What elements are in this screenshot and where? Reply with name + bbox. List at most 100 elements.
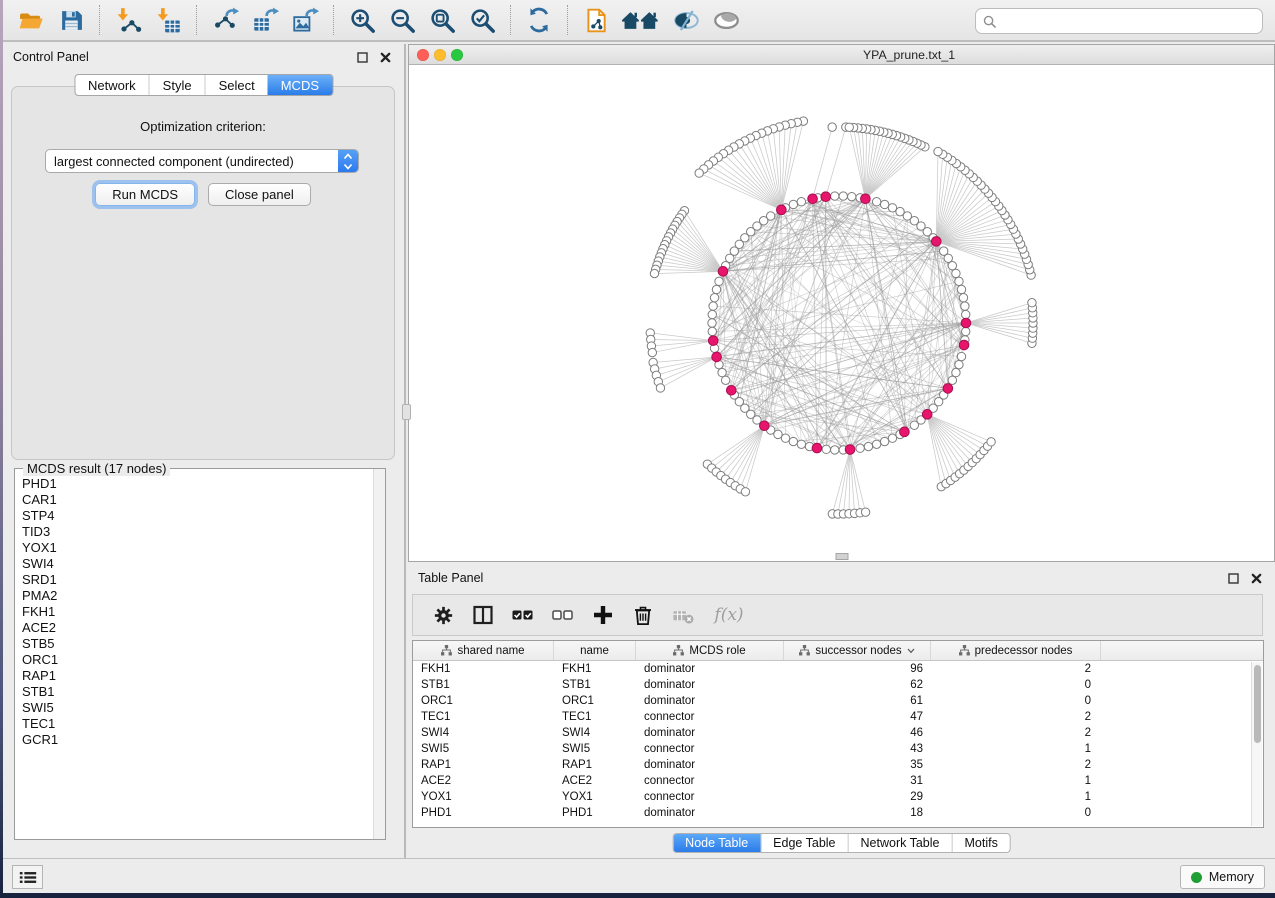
table-row[interactable]: FKH1FKH1dominator962 (413, 661, 1263, 677)
table-cell[interactable]: 2 (931, 759, 1101, 771)
mcds-list-scrollbar[interactable] (373, 469, 385, 839)
mcds-result-item[interactable]: SWI4 (22, 556, 373, 572)
float-panel-icon[interactable] (1227, 572, 1240, 585)
table-row[interactable]: SWI5SWI5connector431 (413, 741, 1263, 757)
deselect-all-button[interactable] (549, 601, 577, 629)
tab-network-table[interactable]: Network Table (848, 834, 952, 852)
table-cell[interactable]: dominator (636, 727, 784, 739)
table-cell[interactable]: YOX1 (413, 791, 554, 803)
tab-mcds[interactable]: MCDS (268, 75, 332, 95)
mcds-result-item[interactable]: CAR1 (22, 492, 373, 508)
table-cell[interactable]: 61 (784, 695, 931, 707)
vertical-splitter-handle[interactable] (402, 404, 411, 420)
criterion-select[interactable]: largest connected component (undirected) (45, 149, 359, 173)
table-cell[interactable]: TEC1 (554, 711, 636, 723)
table-cell[interactable]: connector (636, 743, 784, 755)
close-panel-button[interactable]: Close panel (208, 183, 311, 206)
table-row[interactable]: YOX1YOX1connector291 (413, 789, 1263, 805)
network-canvas[interactable] (409, 65, 1274, 561)
table-cell[interactable]: connector (636, 791, 784, 803)
table-row[interactable]: TEC1TEC1connector472 (413, 709, 1263, 725)
canvas-splitter-handle[interactable] (835, 553, 848, 560)
table-cell[interactable]: 18 (784, 807, 931, 819)
table-cell[interactable]: dominator (636, 663, 784, 675)
table-cell[interactable]: ORC1 (413, 695, 554, 707)
refresh-button[interactable] (523, 4, 555, 36)
mcds-result-item[interactable]: SWI5 (22, 700, 373, 716)
tab-node-table[interactable]: Node Table (673, 834, 760, 852)
table-cell[interactable]: dominator (636, 759, 784, 771)
zoom-fit-button[interactable] (426, 4, 458, 36)
table-cell[interactable]: SWI4 (554, 727, 636, 739)
export-table-button[interactable] (249, 4, 281, 36)
mcds-result-item[interactable]: STB5 (22, 636, 373, 652)
table-cell[interactable]: SWI5 (554, 743, 636, 755)
table-cell[interactable]: ORC1 (554, 695, 636, 707)
export-network-button[interactable] (209, 4, 241, 36)
table-cell[interactable]: 2 (931, 711, 1101, 723)
mcds-result-item[interactable]: PHD1 (22, 476, 373, 492)
table-row[interactable]: RAP1RAP1dominator352 (413, 757, 1263, 773)
tab-motifs[interactable]: Motifs (951, 834, 1009, 852)
import-table-button[interactable] (152, 4, 184, 36)
table-row[interactable]: STB1STB1dominator620 (413, 677, 1263, 693)
select-all-button[interactable] (509, 601, 537, 629)
mcds-result-item[interactable]: ORC1 (22, 652, 373, 668)
table-cell[interactable]: FKH1 (554, 663, 636, 675)
table-cell[interactable]: 46 (784, 727, 931, 739)
table-cell[interactable]: 2 (931, 663, 1101, 675)
show-columns-button[interactable] (469, 601, 497, 629)
table-cell[interactable]: RAP1 (413, 759, 554, 771)
mcds-result-item[interactable]: RAP1 (22, 668, 373, 684)
network-file-button[interactable] (580, 4, 612, 36)
table-cell[interactable]: STB1 (554, 679, 636, 691)
table-cell[interactable]: YOX1 (554, 791, 636, 803)
import-network-button[interactable] (112, 4, 144, 36)
close-panel-icon[interactable] (379, 51, 392, 64)
minimize-window-icon[interactable] (434, 49, 446, 61)
mcds-result-item[interactable]: PMA2 (22, 588, 373, 604)
tab-network[interactable]: Network (75, 75, 149, 95)
home-views-button[interactable] (620, 4, 662, 36)
table-row[interactable]: ACE2ACE2connector311 (413, 773, 1263, 789)
mcds-result-item[interactable]: STB1 (22, 684, 373, 700)
tab-edge-table[interactable]: Edge Table (760, 834, 847, 852)
function-builder-button[interactable]: f(x) (709, 601, 749, 629)
table-row[interactable]: SWI4SWI4dominator462 (413, 725, 1263, 741)
table-cell[interactable]: 2 (931, 727, 1101, 739)
mcds-result-item[interactable]: TID3 (22, 524, 373, 540)
table-cell[interactable]: 1 (931, 775, 1101, 787)
network-window-titlebar[interactable]: YPA_prune.txt_1 (409, 45, 1274, 65)
tab-style[interactable]: Style (149, 75, 205, 95)
maximize-window-icon[interactable] (451, 49, 463, 61)
add-button[interactable] (589, 601, 617, 629)
column-header-shared-name[interactable]: shared name (413, 641, 554, 660)
table-cell[interactable]: 43 (784, 743, 931, 755)
delete-button[interactable] (629, 601, 657, 629)
table-cell[interactable]: 47 (784, 711, 931, 723)
zoom-selected-button[interactable] (466, 4, 498, 36)
zoom-in-button[interactable] (346, 4, 378, 36)
table-cell[interactable]: TEC1 (413, 711, 554, 723)
hide-graphics-details-button[interactable] (670, 4, 702, 36)
run-mcds-button[interactable]: Run MCDS (95, 183, 195, 206)
table-cell[interactable]: connector (636, 711, 784, 723)
column-header-predecessor-nodes[interactable]: predecessor nodes (931, 641, 1101, 660)
table-cell[interactable]: 0 (931, 679, 1101, 691)
table-cell[interactable]: ACE2 (413, 775, 554, 787)
mcds-result-item[interactable]: FKH1 (22, 604, 373, 620)
table-scrollbar-thumb[interactable] (1254, 665, 1261, 743)
mcds-result-item[interactable]: YOX1 (22, 540, 373, 556)
mcds-result-item[interactable]: TEC1 (22, 716, 373, 732)
save-session-button[interactable] (55, 4, 87, 36)
table-cell[interactable]: FKH1 (413, 663, 554, 675)
float-panel-icon[interactable] (356, 51, 369, 64)
mcds-result-item[interactable]: SRD1 (22, 572, 373, 588)
table-row[interactable]: PHD1PHD1dominator180 (413, 805, 1263, 821)
open-file-button[interactable] (15, 4, 47, 36)
table-cell[interactable]: 29 (784, 791, 931, 803)
delete-table-button[interactable] (669, 601, 697, 629)
table-cell[interactable]: connector (636, 775, 784, 787)
table-cell[interactable]: 1 (931, 743, 1101, 755)
mcds-result-item[interactable]: ACE2 (22, 620, 373, 636)
